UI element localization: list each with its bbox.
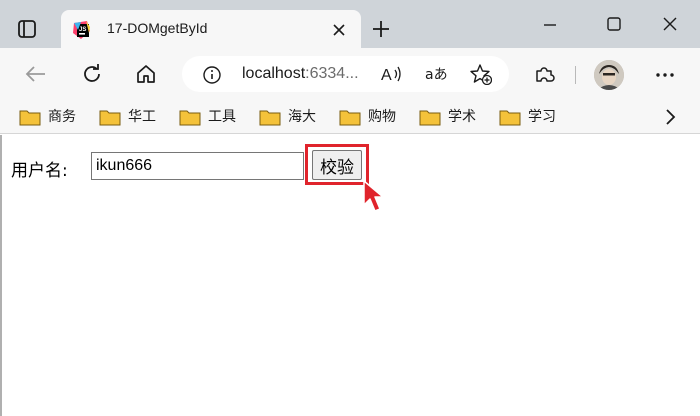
address-bar[interactable]: localhost:6334... A aあ — [182, 56, 509, 92]
folder-icon — [419, 110, 441, 126]
info-icon[interactable] — [202, 65, 222, 85]
tab-actions-icon[interactable] — [16, 18, 38, 40]
url-port: :6334... — [305, 65, 359, 82]
folder-icon — [499, 110, 521, 126]
toolbar-divider — [575, 66, 576, 84]
close-icon[interactable] — [332, 22, 346, 36]
bookmarks-bar: 商务 华工 工具 海大 购物 学术 学习 — [0, 100, 700, 134]
bookmark-label: 购物 — [368, 109, 396, 125]
app-favicon-icon: JS — [73, 21, 91, 39]
tab-title: 17-DOMgetById — [107, 20, 208, 36]
svg-text:aあ: aあ — [425, 67, 447, 83]
svg-text:JS: JS — [79, 27, 86, 33]
minimize-icon[interactable] — [540, 14, 560, 34]
avatar[interactable] — [594, 60, 624, 90]
extensions-icon[interactable] — [533, 63, 555, 85]
bookmark-label: 华工 — [128, 109, 156, 125]
back-arrow-icon[interactable] — [24, 62, 48, 86]
reload-icon[interactable] — [80, 62, 104, 86]
chevron-right-icon[interactable] — [660, 107, 680, 127]
active-tab[interactable]: JS 17-DOMgetById — [61, 10, 361, 48]
read-aloud-icon[interactable]: A — [380, 64, 402, 84]
svg-text:A: A — [381, 67, 392, 84]
username-input[interactable] — [91, 152, 304, 180]
cursor-icon — [362, 179, 388, 215]
url-text: localhost:6334... — [242, 65, 359, 83]
bookmark-label: 学习 — [528, 109, 556, 125]
plus-icon[interactable] — [370, 18, 392, 40]
username-label: 用户名: — [11, 161, 68, 181]
bookmark-label: 工具 — [208, 109, 236, 125]
highlight-box — [305, 144, 369, 185]
folder-icon — [179, 110, 201, 126]
home-icon[interactable] — [134, 62, 158, 86]
maximize-icon[interactable] — [604, 14, 624, 34]
window-edge — [0, 135, 2, 416]
folder-icon — [99, 110, 121, 126]
bookmark-label: 商务 — [48, 109, 76, 125]
title-bar: JS 17-DOMgetById — [0, 0, 700, 48]
url-host: localhost — [242, 65, 306, 82]
favorites-star-icon[interactable] — [470, 63, 493, 86]
translate-icon[interactable]: aあ — [425, 64, 448, 84]
close-window-icon[interactable] — [660, 14, 680, 34]
bookmark-label: 海大 — [288, 109, 316, 125]
page-content: 用户名: 校验 — [0, 135, 700, 416]
more-icon[interactable] — [653, 64, 677, 86]
bookmark-label: 学术 — [448, 109, 476, 125]
folder-icon — [339, 110, 361, 126]
folder-icon — [259, 110, 281, 126]
folder-icon — [19, 110, 41, 126]
